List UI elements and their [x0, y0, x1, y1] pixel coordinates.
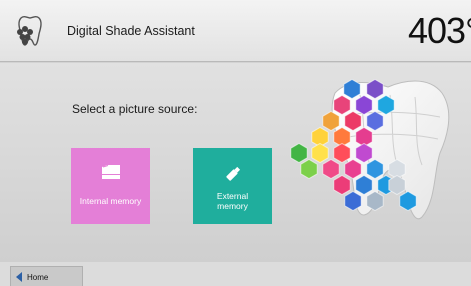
internal-memory-label: Internal memory: [79, 196, 142, 206]
shade-hexagon: [300, 158, 318, 180]
main-panel: Select a picture source: Internal memory…: [0, 63, 471, 262]
shade-hexagon: [355, 174, 373, 196]
app-title: Digital Shade Assistant: [67, 24, 195, 38]
external-memory-button[interactable]: External memory: [193, 148, 272, 224]
memory-card-icon: [71, 164, 150, 180]
internal-memory-button[interactable]: Internal memory: [71, 148, 150, 224]
usb-stick-icon: [193, 164, 272, 184]
shade-hexagon: [333, 174, 351, 196]
home-label: Home: [27, 273, 49, 282]
shade-hexagon: [388, 174, 406, 196]
header-bar: Digital Shade Assistant 403°: [0, 0, 471, 62]
shade-hexagon: [311, 142, 329, 164]
external-memory-label: External memory: [216, 191, 249, 211]
shade-hexagon: [366, 110, 384, 132]
shade-hexagon: [333, 142, 351, 164]
shade-hexagon: [333, 94, 351, 116]
shade-hexagon: [290, 142, 308, 164]
source-prompt: Select a picture source:: [72, 102, 198, 116]
shade-hexagon: [322, 158, 340, 180]
shade-hexagon: [344, 110, 362, 132]
footer-bar: Home: [0, 262, 471, 286]
shade-hexagon: [322, 110, 340, 132]
shade-hexagon: [344, 158, 362, 180]
home-button[interactable]: Home: [10, 266, 83, 286]
shade-hexagon: [355, 94, 373, 116]
shade-hexagon: [355, 142, 373, 164]
tooth-shade-icon: [17, 15, 42, 46]
back-arrow-icon: [16, 272, 22, 282]
shade-hexagon: [377, 94, 395, 116]
shade-hexagon: [343, 78, 361, 100]
temperature-readout: 403°: [408, 10, 471, 51]
shade-hexagon: [344, 190, 362, 212]
shade-hexagon: [366, 158, 384, 180]
shade-hexagon: [366, 190, 384, 212]
shade-hexagon: [399, 190, 417, 212]
tooth-hexagon-shade-graphic: [290, 78, 450, 220]
shade-hexagon: [366, 78, 384, 100]
